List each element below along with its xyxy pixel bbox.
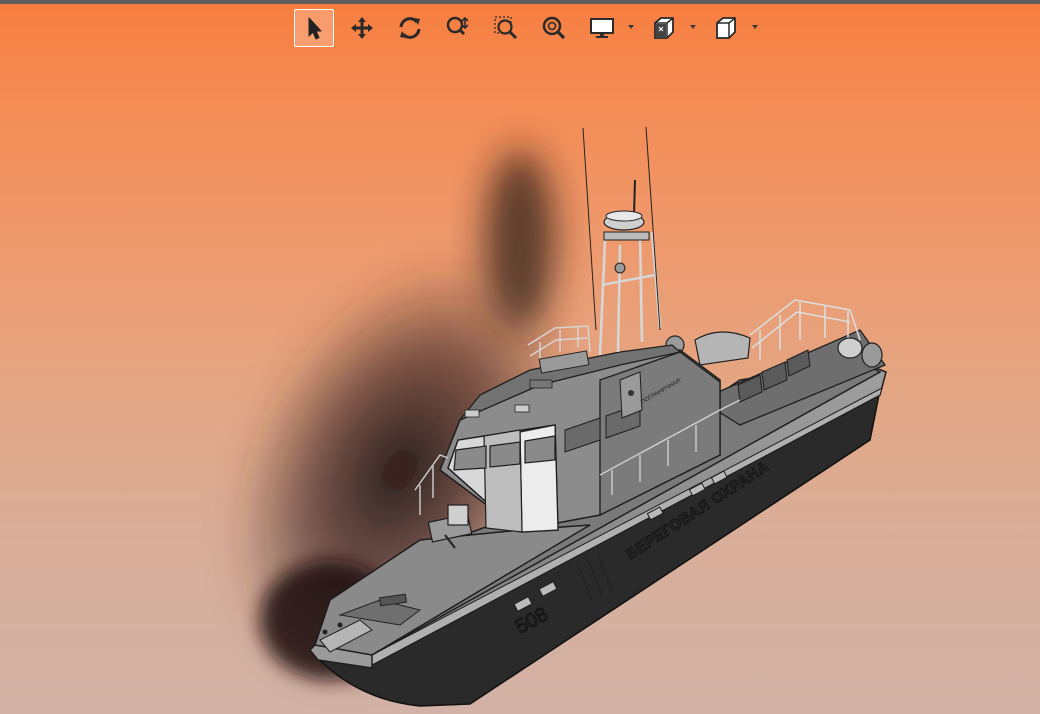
mast xyxy=(598,231,662,356)
boat-model[interactable]: 508 БЕРЕГОВАЯ ОХРАНА ПОГРАНИЧНАЯ xyxy=(0,0,1040,714)
3d-viewport[interactable]: 508 БЕРЕГОВАЯ ОХРАНА ПОГРАНИЧНАЯ xyxy=(0,0,1040,714)
